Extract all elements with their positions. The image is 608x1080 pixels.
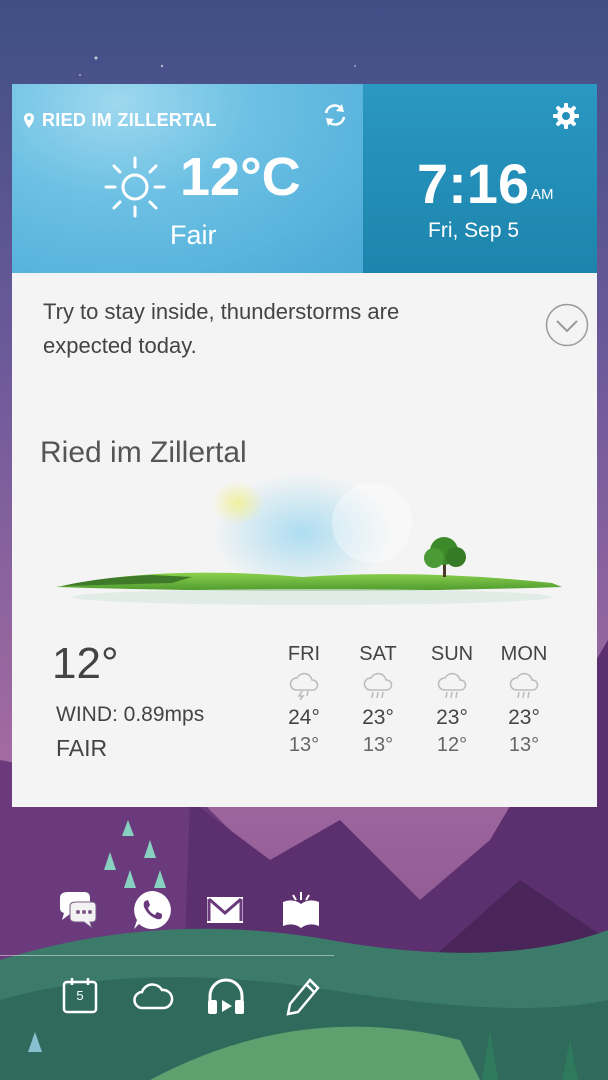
forecast-low: 13°: [508, 734, 540, 756]
landscape-illustration: [56, 473, 562, 605]
weather-detail-card: Try to stay inside, thunderstorms are ex…: [12, 273, 597, 807]
location-row: RIED IM ZILLERTAL: [24, 110, 217, 131]
detail-temperature: 12°: [52, 639, 119, 688]
dock-divider: [0, 955, 334, 956]
clock-time: 7:16: [417, 152, 530, 215]
messaging-icon[interactable]: [56, 888, 100, 932]
forecast-low: 13°: [362, 734, 394, 756]
forecast-day: SUN 23° 12°: [417, 643, 487, 757]
city-name: Ried im Zillertal: [40, 436, 247, 469]
forecast-day-name: MON: [500, 643, 548, 665]
location-label: RIED IM ZILLERTAL: [42, 110, 217, 130]
clock-ampm: AM: [531, 186, 554, 203]
sun-icon: [104, 156, 166, 218]
headphones-icon[interactable]: [204, 974, 248, 1018]
rain-icon: [437, 672, 467, 699]
forecast-low: 13°: [288, 734, 320, 756]
rain-icon: [509, 672, 539, 699]
thunderstorm-icon: [289, 672, 319, 700]
clock-panel[interactable]: 7:16 AM Fri, Sep 5: [363, 84, 597, 273]
whatsapp-icon[interactable]: [130, 888, 174, 932]
forecast-high: 23°: [436, 706, 468, 729]
books-icon[interactable]: [279, 888, 323, 932]
forecast-day-name: SAT: [359, 643, 397, 665]
wind-speed: WIND: 0.89mps: [56, 703, 205, 726]
chevron-down-icon[interactable]: [545, 303, 589, 347]
cloud-icon[interactable]: [131, 974, 175, 1018]
forecast-day-name: FRI: [287, 643, 321, 665]
current-temperature: 12°C: [180, 147, 301, 207]
forecast-day-name: SUN: [430, 643, 474, 665]
calendar-day: 5: [76, 988, 84, 1003]
forecast-high: 23°: [362, 706, 394, 729]
forecast-day: SAT 23° 13°: [343, 643, 413, 757]
gmail-icon[interactable]: [203, 888, 247, 932]
condition-label: Fair: [170, 220, 217, 250]
calendar-icon[interactable]: 5: [58, 974, 102, 1018]
refresh-icon[interactable]: [321, 101, 349, 129]
forecast-day: FRI 24° 13°: [269, 643, 339, 757]
rain-icon: [363, 672, 393, 699]
location-pin-icon: [24, 113, 34, 128]
clock-date: Fri, Sep 5: [428, 219, 520, 242]
weather-alert-text: Try to stay inside, thunderstorms are ex…: [43, 299, 400, 358]
forecast-high: 24°: [288, 706, 320, 729]
weather-widget-header: RIED IM ZILLERTAL 12°C Fair 7:16 AM Fri,…: [12, 84, 597, 273]
forecast-low: 12°: [436, 734, 468, 756]
detail-condition: FAIR: [56, 735, 108, 761]
forecast-day: MON 23° 13°: [489, 643, 559, 757]
current-weather-panel[interactable]: RIED IM ZILLERTAL 12°C Fair: [12, 84, 363, 273]
gear-icon[interactable]: [552, 102, 580, 130]
forecast-high: 23°: [508, 706, 540, 729]
notes-pen-icon[interactable]: [280, 974, 324, 1018]
